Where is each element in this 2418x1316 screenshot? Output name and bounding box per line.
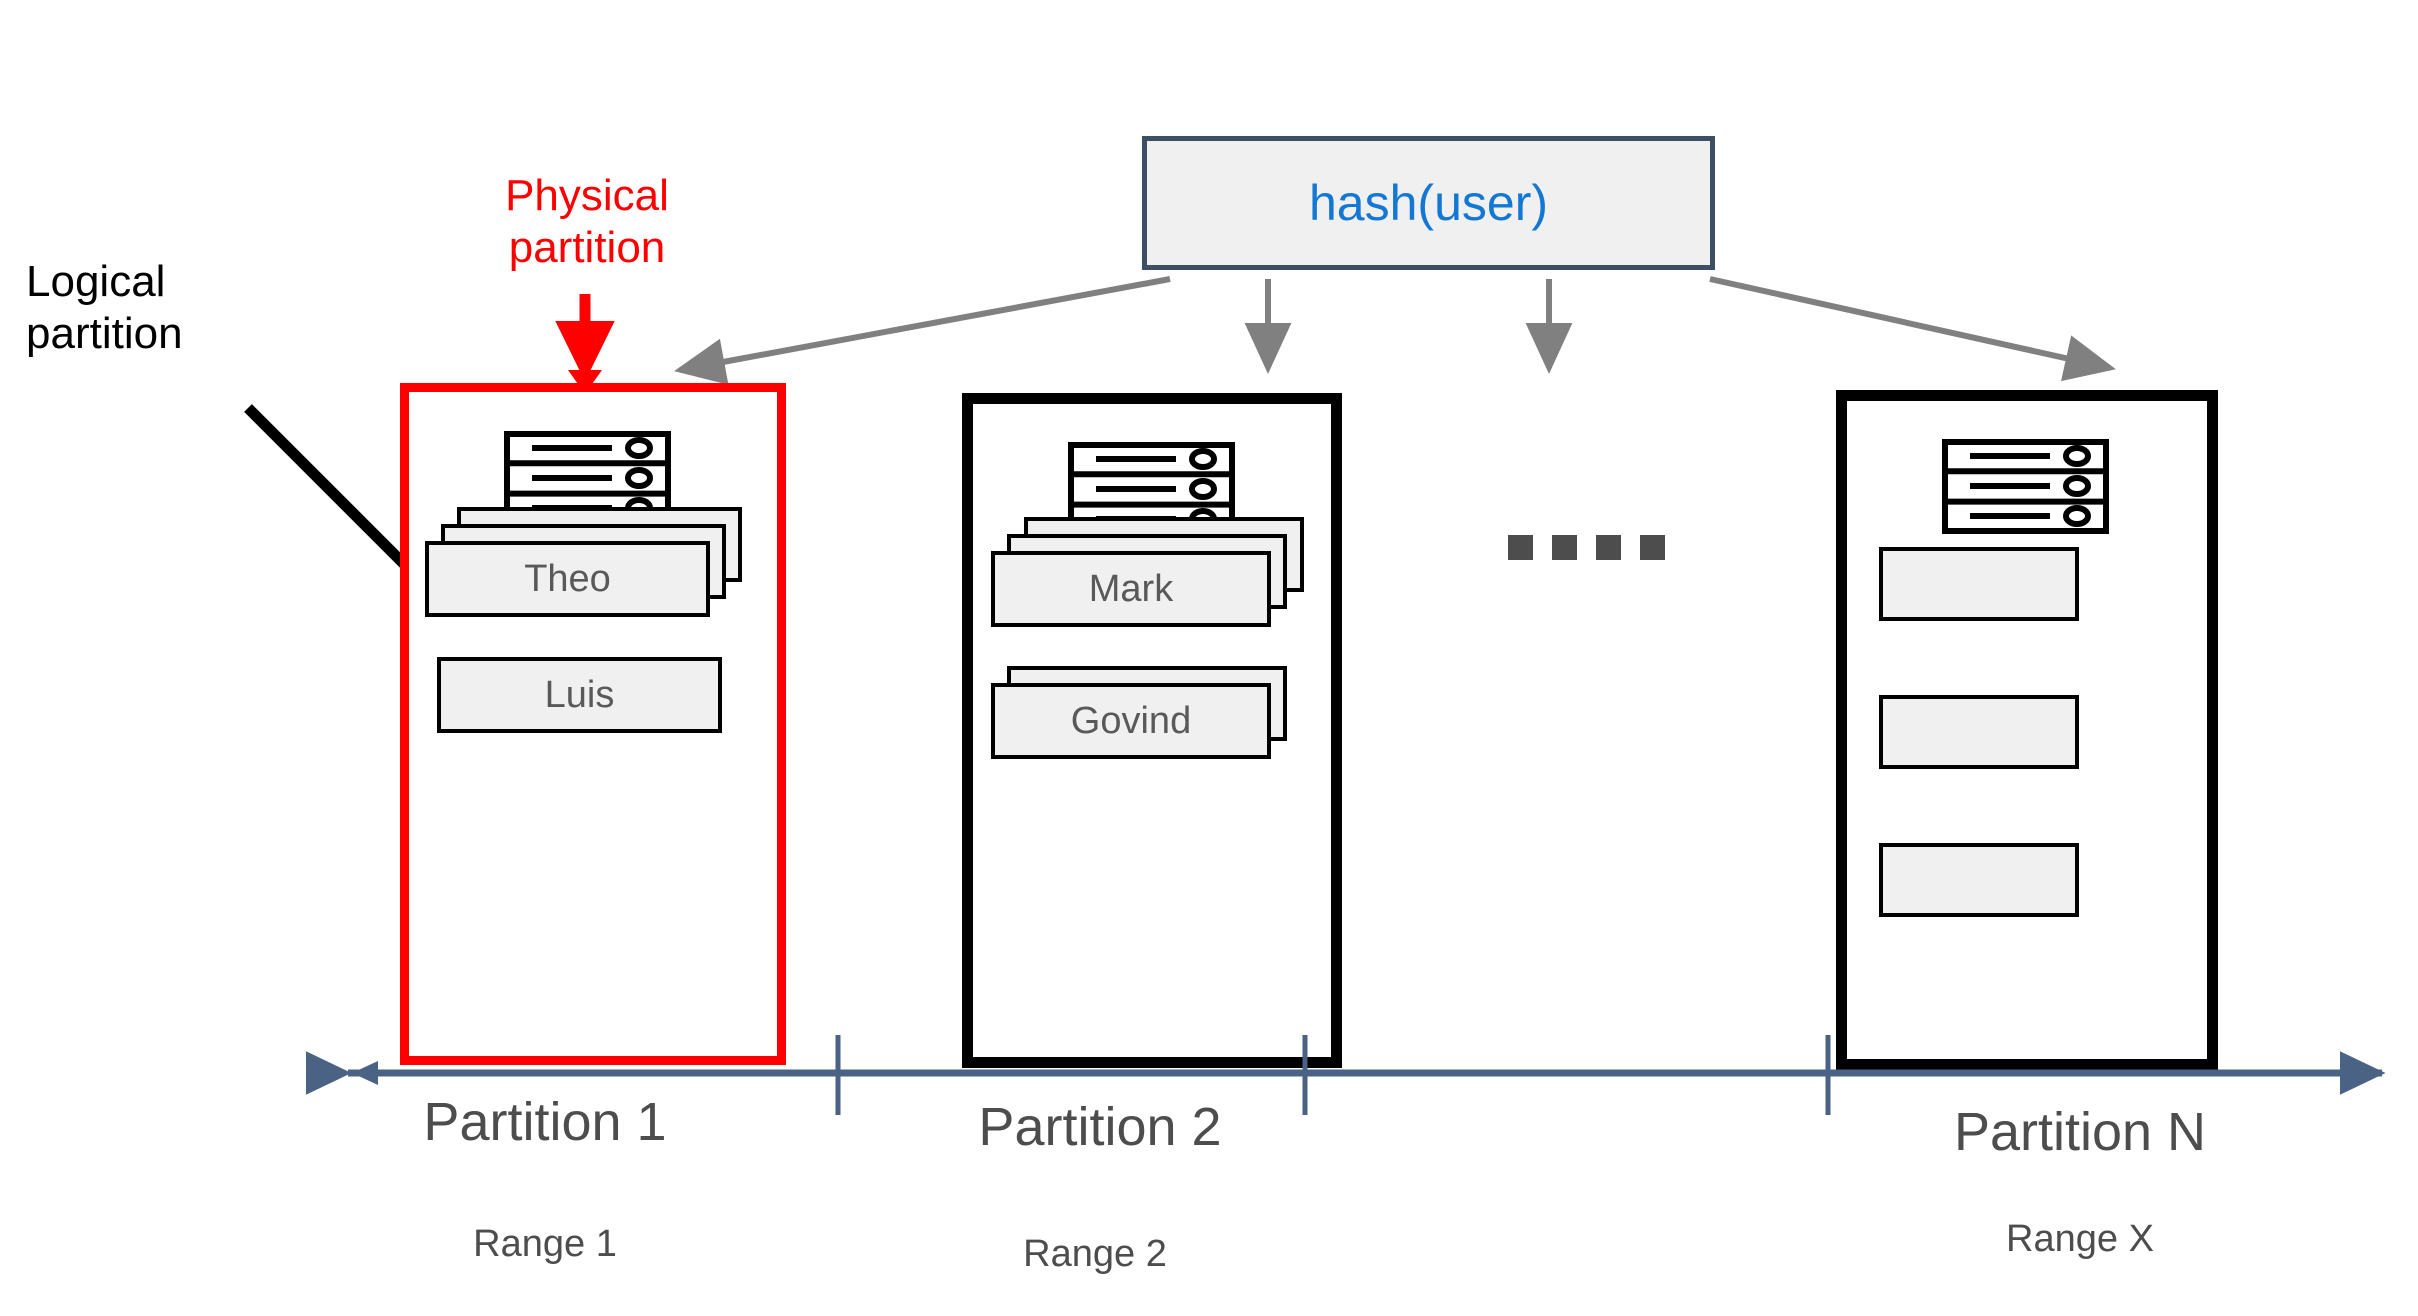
document-card-front[interactable] bbox=[1879, 547, 2079, 621]
axis-label-partition-n: Partition N bbox=[1953, 1102, 2207, 1162]
document-card-label: Luis bbox=[544, 674, 615, 716]
ellipsis-dot bbox=[1596, 535, 1621, 560]
document-stack-mark[interactable]: Mark bbox=[991, 517, 1331, 649]
range-label-2: Range 2 bbox=[1023, 1233, 1167, 1275]
document-card-front[interactable]: Govind bbox=[991, 683, 1271, 759]
server-rack-icon bbox=[1942, 439, 2109, 534]
partition-container-n[interactable] bbox=[1836, 390, 2218, 1070]
document-stack-empty-2[interactable] bbox=[1879, 695, 2079, 775]
hash-function-box[interactable]: hash(user) bbox=[1142, 136, 1715, 270]
document-card-front[interactable]: Theo bbox=[425, 541, 710, 617]
diagram-canvas: Physical partition Logical partition has… bbox=[0, 0, 2418, 1316]
document-card-label: Theo bbox=[524, 558, 611, 600]
physical-partition-label: Physical partition bbox=[505, 171, 669, 272]
arrow-to-partition-1 bbox=[674, 276, 1171, 385]
document-stack-theo[interactable]: Theo bbox=[425, 507, 765, 637]
range-label-x: Range X bbox=[2006, 1218, 2154, 1260]
document-card-front[interactable] bbox=[1879, 695, 2079, 769]
document-stack-empty-3[interactable] bbox=[1879, 843, 2079, 923]
hash-function-label: hash(user) bbox=[1309, 175, 1548, 231]
document-stack-luis[interactable]: Luis bbox=[437, 657, 737, 747]
document-card-front[interactable]: Luis bbox=[437, 657, 722, 733]
partition-container-2[interactable]: Mark Govind bbox=[962, 393, 1342, 1068]
arrow-to-partition-n bbox=[1709, 276, 2116, 382]
logical-partition-label: Logical partition bbox=[26, 257, 183, 358]
axis-label-partition-1: Partition 1 bbox=[423, 1092, 667, 1152]
document-card-label: Mark bbox=[1088, 568, 1174, 610]
ellipsis-dot bbox=[1508, 535, 1533, 560]
document-card-label: Govind bbox=[1070, 700, 1192, 742]
document-card-front[interactable] bbox=[1879, 843, 2079, 917]
ellipsis-indicator bbox=[1508, 535, 1665, 560]
range-label-1: Range 1 bbox=[473, 1223, 617, 1265]
document-stack-empty-1[interactable] bbox=[1879, 547, 2079, 627]
partition-container-1[interactable]: Theo Luis bbox=[400, 383, 786, 1065]
document-stack-govind[interactable]: Govind bbox=[991, 666, 1331, 781]
axis-label-partition-2: Partition 2 bbox=[978, 1097, 1222, 1157]
ellipsis-dot bbox=[1640, 535, 1665, 560]
document-card-front[interactable]: Mark bbox=[991, 551, 1271, 627]
ellipsis-dot bbox=[1552, 535, 1577, 560]
